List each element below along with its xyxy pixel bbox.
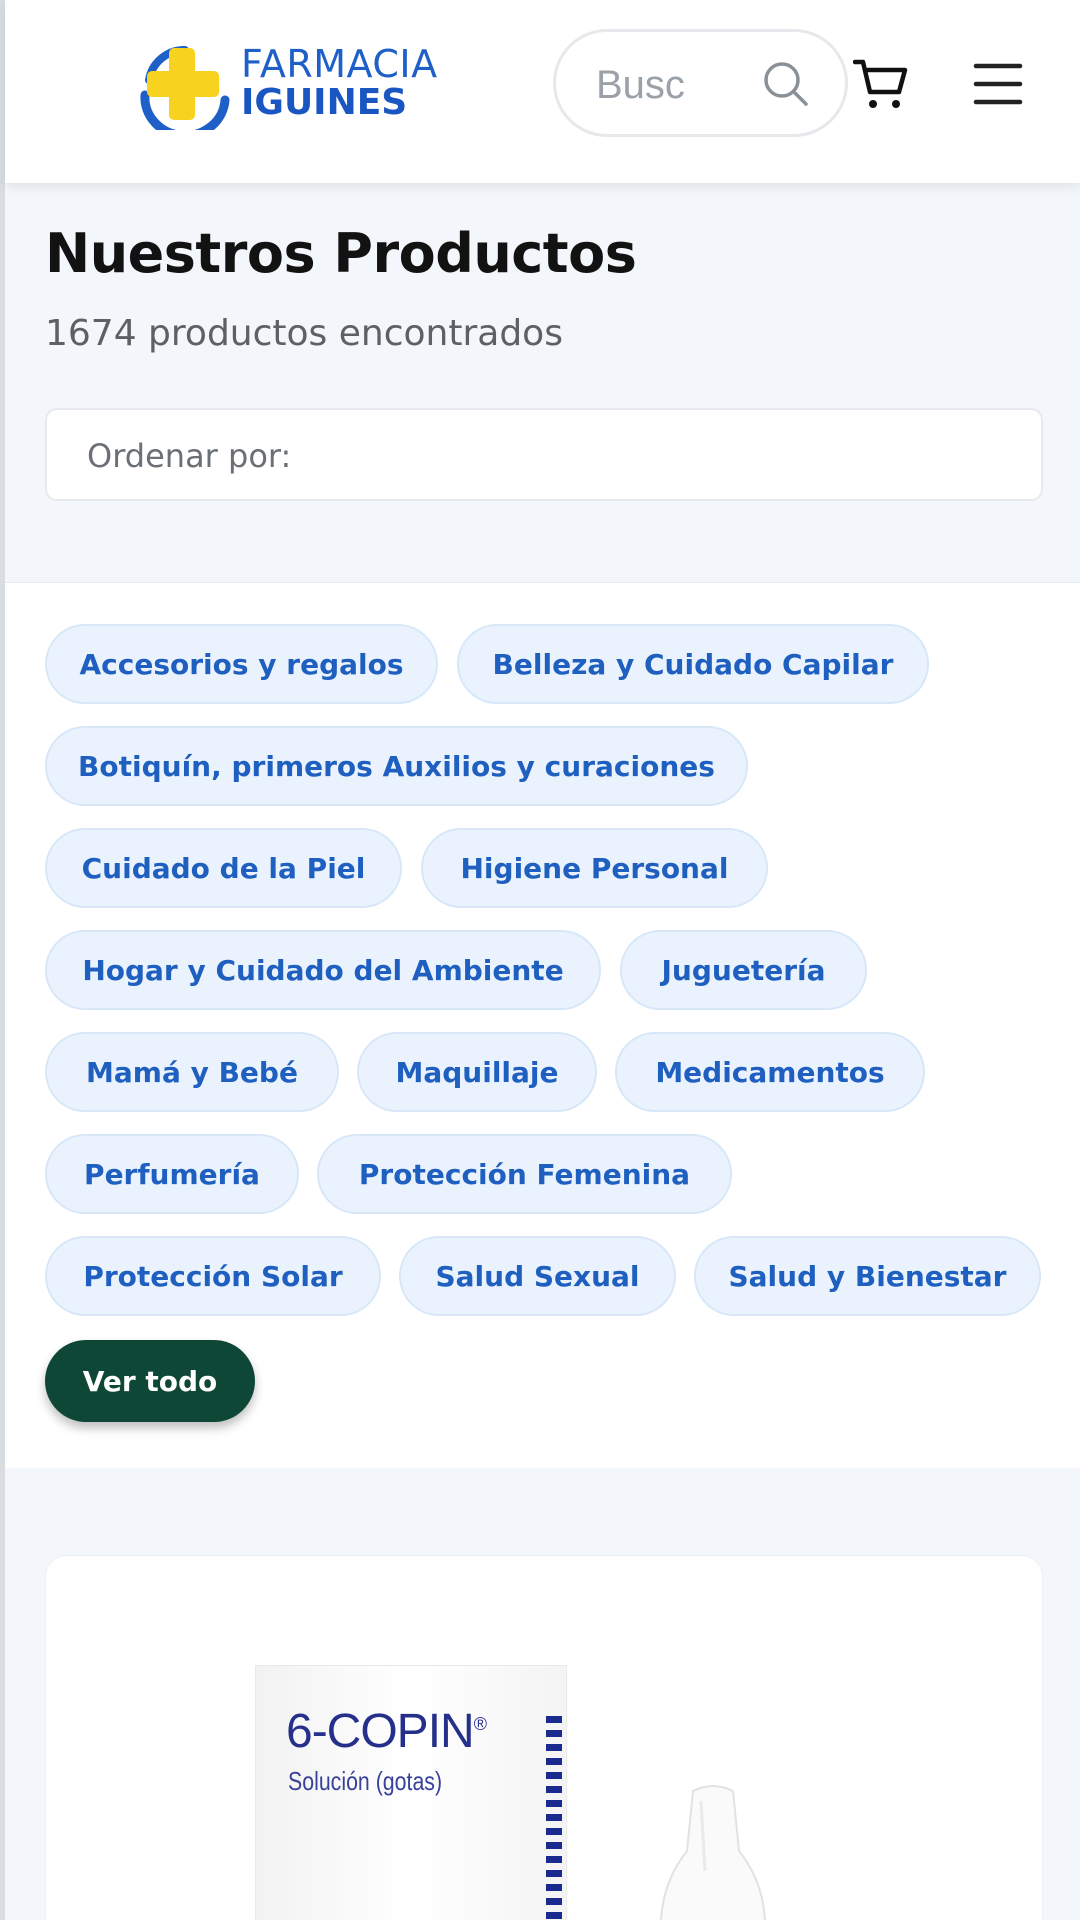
category-chip[interactable]: Maquillaje — [357, 1032, 597, 1112]
search-input[interactable] — [596, 60, 706, 110]
category-chip[interactable]: Perfumería — [45, 1134, 299, 1214]
category-chip[interactable]: Mamá y Bebé — [45, 1032, 339, 1112]
logo-text-iguines: IGUINES — [241, 82, 408, 123]
product-brand: 6-COPIN® — [286, 1705, 487, 1758]
category-chip[interactable]: Belleza y Cuidado Capilar — [457, 624, 929, 704]
view-all-button[interactable]: Ver todo — [45, 1340, 255, 1422]
category-chip[interactable]: Cuidado de la Piel — [45, 828, 402, 908]
farmacia-logo[interactable]: FARMACIA IGUINES — [135, 40, 475, 130]
cart-icon[interactable] — [853, 56, 909, 112]
category-chip[interactable]: Higiene Personal — [421, 828, 768, 908]
category-filter-section: Accesorios y regalos Belleza y Cuidado C… — [5, 582, 1080, 1468]
box-stripe-pattern — [546, 1716, 562, 1920]
hamburger-menu-icon[interactable] — [973, 62, 1023, 106]
category-chip[interactable]: Protección Femenina — [317, 1134, 732, 1214]
page-title: Nuestros Productos — [45, 222, 637, 285]
search-box[interactable] — [553, 29, 848, 137]
logo-text-farmacia: FARMACIA — [241, 42, 438, 86]
category-chip[interactable]: Accesorios y regalos — [45, 624, 438, 704]
category-chip[interactable]: Medicamentos — [615, 1032, 925, 1112]
search-icon[interactable] — [761, 59, 811, 109]
category-chip[interactable]: Juguetería — [620, 930, 867, 1010]
product-image-box: 6-COPIN® Solución (gotas) — [256, 1666, 566, 1920]
category-chip[interactable]: Salud y Bienestar — [694, 1236, 1041, 1316]
logo-cross-icon — [140, 45, 230, 130]
sort-dropdown[interactable]: Ordenar por: — [45, 408, 1043, 501]
dropper-bottle-image — [660, 1785, 766, 1920]
category-chip[interactable]: Botiquín, primeros Auxilios y curaciones — [45, 726, 748, 806]
category-chip[interactable]: Salud Sexual — [399, 1236, 676, 1316]
product-subtitle: Solución (gotas) — [288, 1766, 443, 1796]
site-header: FARMACIA IGUINES — [5, 0, 1080, 183]
result-count: 1674 productos encontrados — [45, 313, 563, 354]
product-card[interactable]: 6-COPIN® Solución (gotas) — [45, 1555, 1043, 1920]
sort-label: Ordenar por: — [87, 437, 292, 475]
category-chip[interactable]: Protección Solar — [45, 1236, 381, 1316]
category-chip[interactable]: Hogar y Cuidado del Ambiente — [45, 930, 601, 1010]
